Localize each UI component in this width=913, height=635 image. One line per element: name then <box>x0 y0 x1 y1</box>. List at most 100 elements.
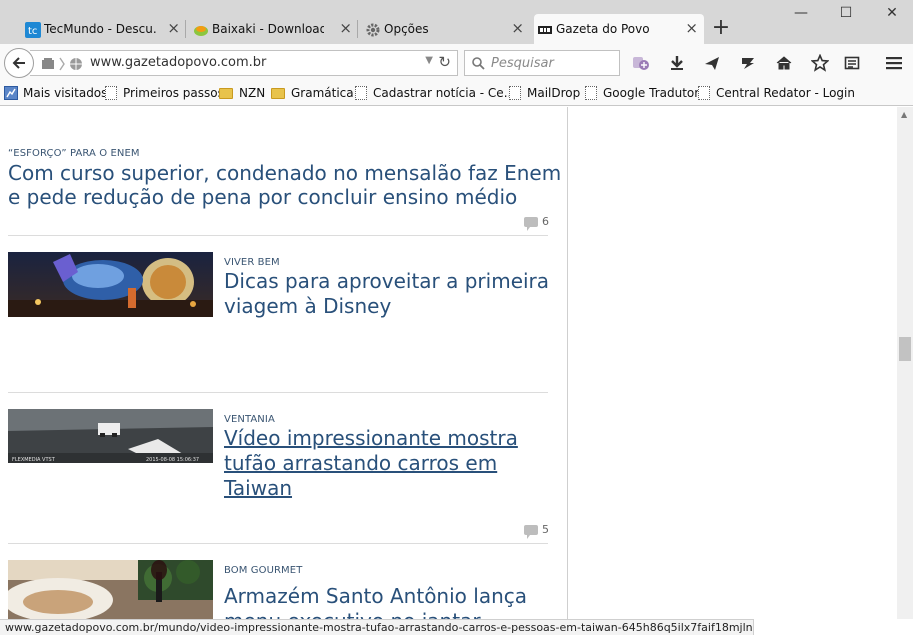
article-kicker[interactable]: BOM GOURMET <box>224 565 302 576</box>
search-icon <box>472 57 485 70</box>
navigation-toolbar: www.gazetadopovo.com.br ▼ ↻ Pesquisar <box>0 44 913 82</box>
tab-strip: tc TecMundo - Descu... × Baixaki - Downl… <box>0 0 913 44</box>
page-icon <box>509 86 521 100</box>
divider <box>8 235 548 236</box>
url-history-dropdown-icon[interactable]: ▼ <box>425 55 433 66</box>
gear-icon <box>366 23 380 37</box>
bookmark-label: Mais visitados <box>23 86 108 100</box>
scrollbar-thumb[interactable] <box>899 337 911 361</box>
article-image-typhoon[interactable]: FLEXMEDIA VTST 2015-08-08 15:06:37 <box>8 409 213 463</box>
headline-line: e pede redução de pena por concluir ensi… <box>8 185 518 209</box>
url-text: www.gazetadopovo.com.br <box>90 55 267 70</box>
bookmarks-toolbar: Mais visitados Primeiros passos NZN Gram… <box>0 82 913 106</box>
comment-count-value: 6 <box>542 215 549 228</box>
article-image-disney[interactable] <box>8 252 213 317</box>
comment-bubble-icon <box>524 216 538 231</box>
site-identity-icon[interactable] <box>36 56 88 72</box>
search-bar[interactable]: Pesquisar <box>464 50 620 76</box>
extension-icon[interactable] <box>630 52 652 74</box>
search-input[interactable]: Pesquisar <box>491 56 554 71</box>
bookmark-label: Google Tradutor <box>603 86 700 100</box>
bookmark-nzn[interactable]: NZN <box>219 86 265 100</box>
status-bar-link-preview: www.gazetadopovo.com.br/mundo/video-impr… <box>0 619 754 635</box>
article-kicker[interactable]: VIVER BEM <box>224 257 280 268</box>
url-bar[interactable]: www.gazetadopovo.com.br ▼ ↻ <box>30 50 458 76</box>
url-bar-icons <box>36 56 88 76</box>
minimize-button[interactable]: — <box>786 2 816 24</box>
headline-line: Dicas para aproveitar a primeira <box>224 269 550 293</box>
bookmark-label: Gramática <box>291 86 354 100</box>
tab-title: Opções <box>384 22 429 36</box>
maximize-button[interactable]: ☐ <box>831 2 861 24</box>
reload-icon[interactable]: ↻ <box>438 53 451 71</box>
article-headline[interactable]: Armazém Santo Antônio lança menu executi… <box>224 584 527 619</box>
divider <box>8 392 548 393</box>
bookmark-gramatica[interactable]: Gramática <box>271 86 354 100</box>
folder-icon <box>271 87 285 99</box>
headline-line: viagem à Disney <box>224 294 392 318</box>
pocket-icon[interactable] <box>737 52 759 74</box>
headline-line: Taiwan <box>224 476 293 500</box>
bookmark-mais-visitados[interactable]: Mais visitados <box>4 86 107 100</box>
bookmark-label: Central Redator - Login <box>716 86 855 100</box>
image-caption: FLEXMEDIA VTST <box>12 457 56 463</box>
page-icon <box>355 86 367 100</box>
bookmark-cadastrar-noticia[interactable]: Cadastrar notícia - Ce... <box>355 86 515 100</box>
download-icon[interactable] <box>666 52 688 74</box>
bookmark-central-redator[interactable]: Central Redator - Login <box>698 86 855 100</box>
send-icon[interactable] <box>701 52 723 74</box>
image-caption: 2015-08-08 15:06:37 <box>146 457 199 463</box>
bookmark-label: Cadastrar notícia - Ce... <box>373 86 516 100</box>
bookmark-label: NZN <box>239 86 266 100</box>
bookmark-star-icon[interactable] <box>809 52 831 74</box>
reading-list-icon[interactable] <box>841 52 863 74</box>
scroll-up-arrow-icon[interactable]: ▲ <box>901 110 907 119</box>
bookmark-primeiros-passos[interactable]: Primeiros passos <box>105 86 224 100</box>
svg-text:tc: tc <box>28 26 37 37</box>
comment-count[interactable]: 5 <box>524 523 549 539</box>
article-headline[interactable]: Dicas para aproveitar a primeira viagem … <box>224 269 549 319</box>
page-icon <box>698 86 710 100</box>
tab-title: TecMundo - Descu... <box>44 22 156 36</box>
close-window-button[interactable]: ✕ <box>877 2 907 24</box>
article-headline[interactable]: Vídeo impressionante mostra tufão arrast… <box>224 426 518 501</box>
bookmark-label: Primeiros passos <box>123 86 224 100</box>
tab-baixaki[interactable]: Baixaki - Download... × <box>190 14 358 44</box>
headline-line: Armazém Santo Antônio lança <box>224 584 527 608</box>
tab-close-icon[interactable]: × <box>685 19 698 37</box>
headline-line: tufão arrastando carros em <box>224 451 498 475</box>
comment-bubble-icon <box>524 524 538 539</box>
tab-tecmundo[interactable]: tc TecMundo - Descu... × <box>22 14 186 44</box>
menu-icon[interactable] <box>883 52 905 74</box>
comment-count-value: 5 <box>542 523 549 536</box>
back-arrow-icon <box>12 57 25 69</box>
headline-line: menu executivo no jantar <box>224 609 527 619</box>
headline-line: Vídeo impressionante mostra <box>224 426 518 450</box>
tab-close-icon[interactable]: × <box>167 19 180 37</box>
new-tab-button[interactable]: + <box>708 16 734 42</box>
gazeta-favicon-icon <box>538 26 552 34</box>
article-kicker[interactable]: VENTANIA <box>224 414 275 425</box>
column-divider <box>567 107 568 619</box>
tab-close-icon[interactable]: × <box>511 19 524 37</box>
bookmark-google-tradutor[interactable]: Google Tradutor <box>585 86 699 100</box>
comment-count[interactable]: 6 <box>524 215 549 231</box>
divider <box>8 543 548 544</box>
tab-gazeta-do-povo[interactable]: Gazeta do Povo × <box>534 14 704 44</box>
tecmundo-favicon-icon: tc <box>25 22 41 38</box>
page-icon <box>585 86 597 100</box>
page-content: “ESFORÇO” PARA O ENEM Com curso superior… <box>0 107 913 619</box>
article-kicker[interactable]: “ESFORÇO” PARA O ENEM <box>8 148 140 159</box>
article-image-restaurant[interactable] <box>8 560 213 619</box>
tab-opcoes[interactable]: Opções × <box>362 14 530 44</box>
bookmark-maildrop[interactable]: MailDrop <box>509 86 580 100</box>
back-button[interactable] <box>4 48 34 78</box>
baixaki-favicon-icon <box>194 26 208 36</box>
folder-icon <box>219 87 233 99</box>
home-icon[interactable] <box>773 52 795 74</box>
bookmark-label: MailDrop <box>527 86 581 100</box>
article-headline[interactable]: Com curso superior, condenado no mensalã… <box>8 161 561 209</box>
most-visited-icon <box>4 86 18 100</box>
vertical-scrollbar[interactable]: ▲ <box>897 107 913 619</box>
tab-close-icon[interactable]: × <box>339 19 352 37</box>
